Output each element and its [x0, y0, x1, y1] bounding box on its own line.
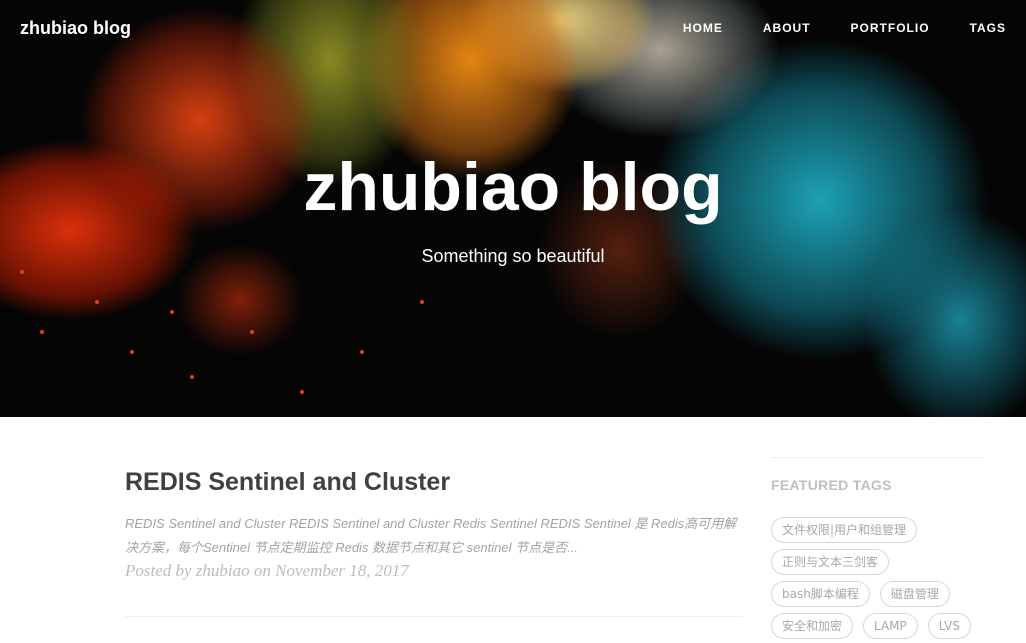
nav-about[interactable]: ABOUT — [763, 21, 811, 35]
paint-particle — [170, 310, 174, 314]
paint-particle — [360, 350, 364, 354]
featured-tags-heading: FEATURED TAGS — [771, 477, 892, 493]
paint-particle — [190, 375, 194, 379]
site-brand-link[interactable]: zhubiao blog — [20, 18, 131, 39]
tag-lamp[interactable]: LAMP — [863, 613, 918, 639]
paint-particle — [130, 350, 134, 354]
sidebar-divider — [771, 457, 984, 458]
tag-disk-management[interactable]: 磁盘管理 — [879, 581, 950, 607]
hero-title: zhubiao blog — [303, 149, 723, 225]
post-excerpt[interactable]: REDIS Sentinel and Cluster REDIS Sentine… — [125, 512, 745, 560]
post-title-link[interactable]: REDIS Sentinel and Cluster — [125, 468, 450, 497]
paint-particle — [40, 330, 44, 334]
paint-particle — [95, 300, 99, 304]
tag-file-permissions[interactable]: 文件权限|用户和组管理 — [771, 517, 918, 543]
top-navigation: HOME ABOUT PORTFOLIO TAGS — [643, 21, 1006, 35]
paint-particle — [300, 390, 304, 394]
post-divider — [125, 616, 743, 617]
nav-tags[interactable]: TAGS — [970, 21, 1006, 35]
hero-subtitle: Something so beautiful — [421, 246, 605, 266]
tag-bash-scripting[interactable]: bash脚本编程 — [771, 581, 870, 607]
paint-particle — [420, 300, 424, 304]
featured-tags-list: 文件权限|用户和组管理 正则与文本三剑客 bash脚本编程 磁盘管理 安全和加密… — [771, 517, 991, 643]
nav-home[interactable]: HOME — [683, 21, 723, 35]
nav-portfolio[interactable]: PORTFOLIO — [851, 21, 930, 35]
paint-particle — [250, 330, 254, 334]
tag-security-encryption[interactable]: 安全和加密 — [771, 613, 854, 639]
tag-lvs[interactable]: LVS — [927, 613, 971, 639]
tag-regex-text-tools[interactable]: 正则与文本三剑客 — [771, 549, 890, 575]
post-meta: Posted by zhubiao on November 18, 2017 — [125, 561, 409, 580]
paint-particle — [20, 270, 24, 274]
